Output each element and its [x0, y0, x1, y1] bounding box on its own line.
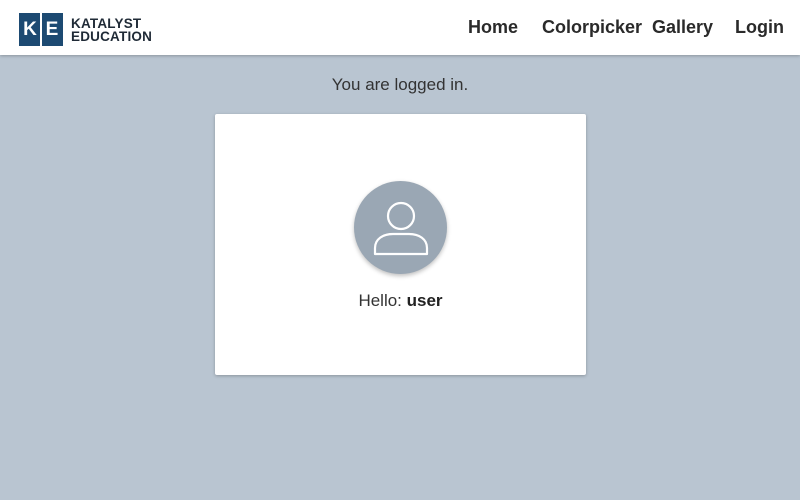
- logo-divider: [40, 13, 42, 49]
- login-status-message: You are logged in.: [331, 75, 469, 94]
- user-icon: [373, 201, 428, 255]
- nav-link-home[interactable]: Home: [468, 17, 518, 38]
- greeting-label: Hello:: [358, 291, 402, 310]
- logo-letter-k: K: [23, 18, 37, 40]
- navbar: K E KATALYST EDUCATION Home Colorpicker …: [0, 0, 800, 55]
- logo-mark: K E: [19, 13, 63, 49]
- nav-link-login[interactable]: Login: [735, 17, 784, 38]
- nav-link-gallery[interactable]: Gallery: [652, 17, 713, 38]
- username: user: [406, 291, 443, 310]
- logo-letter-e: E: [45, 18, 59, 40]
- logo-line-1: KATALYST: [71, 15, 142, 31]
- nav-link-colorpicker[interactable]: Colorpicker: [542, 17, 642, 38]
- profile-card: Hello: user: [215, 114, 586, 375]
- logo-text: KATALYST EDUCATION: [71, 15, 153, 44]
- brand-logo[interactable]: K E KATALYST EDUCATION: [19, 13, 153, 49]
- avatar: [354, 181, 447, 274]
- greeting: Hello: user: [215, 291, 586, 311]
- logo-line-2: EDUCATION: [71, 28, 153, 44]
